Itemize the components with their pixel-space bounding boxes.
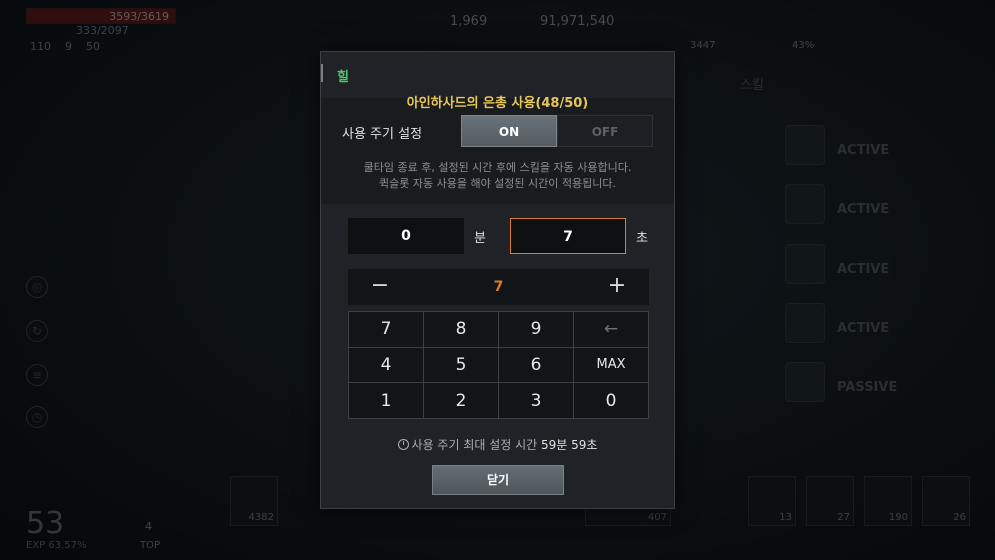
toggle-off-button[interactable]: OFF bbox=[557, 115, 653, 147]
description-line: 퀵슬롯 자동 사용을 해야 설정된 시간이 적용됩니다. bbox=[379, 177, 616, 190]
seconds-unit: 초 bbox=[636, 231, 648, 246]
key-5[interactable]: 5 bbox=[424, 347, 498, 383]
minutes-field[interactable]: 0 bbox=[348, 218, 464, 254]
value-stepper: 7 − + bbox=[348, 269, 649, 305]
close-button[interactable]: 닫기 bbox=[432, 465, 564, 495]
game-screen: 3593/3619 333/2097 110 9 50 1,969 91,971… bbox=[0, 0, 995, 560]
description-line: 쿨타임 종료 후, 설정된 시간 후에 스킬을 자동 사용합니다. bbox=[363, 161, 632, 174]
auto-use-cycle-dialog: 힐 아인하사드의 은총 사용(48/50) 사용 주기 설정 ON OFF 쿨타… bbox=[320, 51, 675, 509]
minutes-unit: 분 bbox=[474, 231, 486, 246]
cycle-description: 쿨타임 종료 후, 설정된 시간 후에 스킬을 자동 사용합니다. 퀵슬롯 자동… bbox=[321, 160, 674, 192]
max-note-prefix: 사용 주기 최대 설정 시간 bbox=[411, 438, 538, 452]
key-4[interactable]: 4 bbox=[349, 347, 423, 383]
grace-usage-text: 아인하사드의 은총 사용(48/50) bbox=[406, 96, 589, 111]
key-6[interactable]: 6 bbox=[499, 347, 573, 383]
key-2[interactable]: 2 bbox=[424, 383, 498, 418]
stepper-value: 7 bbox=[493, 279, 504, 295]
key-7[interactable]: 7 bbox=[349, 312, 423, 347]
decrement-button[interactable]: − bbox=[368, 269, 392, 305]
max-cycle-note: 사용 주기 최대 설정 시간 59분 59초 bbox=[321, 436, 674, 453]
clock-icon bbox=[397, 439, 409, 450]
max-note-time: 59분 59초 bbox=[541, 438, 598, 452]
increment-button[interactable]: + bbox=[605, 269, 629, 305]
key-3[interactable]: 3 bbox=[499, 383, 573, 418]
cycle-setting-label: 사용 주기 설정 bbox=[342, 127, 423, 142]
dialog-title: 힐 bbox=[337, 70, 349, 85]
key-9[interactable]: 9 bbox=[499, 312, 573, 347]
backspace-key[interactable]: ← bbox=[574, 312, 648, 347]
seconds-field[interactable]: 7 bbox=[510, 218, 626, 254]
key-8[interactable]: 8 bbox=[424, 312, 498, 347]
toggle-on-button[interactable]: ON bbox=[461, 115, 557, 147]
max-key[interactable]: MAX bbox=[574, 347, 648, 383]
key-1[interactable]: 1 bbox=[349, 383, 423, 418]
title-accent bbox=[321, 64, 324, 82]
number-keypad: 7 8 9 ← 4 5 6 MAX 1 2 3 0 bbox=[348, 311, 649, 419]
key-0[interactable]: 0 bbox=[574, 383, 648, 418]
